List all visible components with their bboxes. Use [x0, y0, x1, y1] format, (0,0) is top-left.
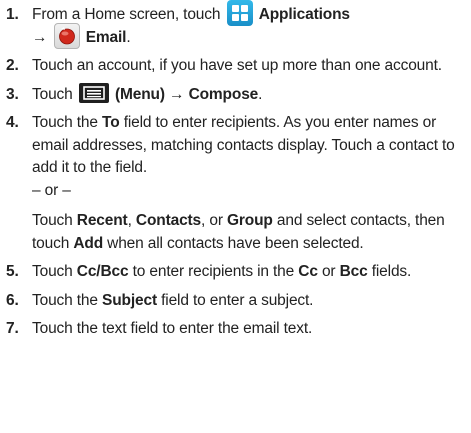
step-text-fragment: .	[126, 28, 131, 46]
subject-field-label: Subject	[102, 291, 157, 309]
menu-label: (Menu)	[114, 85, 165, 103]
applications-grid-icon	[226, 0, 253, 26]
step-2: 2. Touch an account, if you have set up …	[6, 55, 467, 78]
step-3: 3. Touch (Menu) → Compose.	[6, 82, 467, 107]
compose-label: Compose	[188, 85, 259, 103]
or-separator: – or –	[32, 181, 71, 199]
to-field-label: To	[102, 114, 120, 132]
step-number: 5.	[6, 263, 19, 281]
step-4-alt-paragraph: Touch Recent, Contacts, or Group and sel…	[32, 210, 467, 255]
add-label: Add	[73, 234, 104, 252]
step-text-fragment: , or	[201, 212, 227, 230]
step-number: 1.	[6, 6, 19, 23]
step-text: Touch an account, if you have set up mor…	[32, 57, 442, 75]
step-text: From a Home screen, touch Applications →	[32, 0, 467, 49]
arrow-icon: →	[169, 85, 185, 103]
step-number: 2.	[6, 57, 19, 75]
step-number: 3.	[6, 85, 19, 103]
step-4-main-paragraph: Touch the To field to enter recipients. …	[32, 112, 467, 180]
step-number: 4.	[6, 114, 19, 132]
instruction-page: 1. From a Home screen, touch Application…	[0, 0, 471, 433]
menu-icon	[78, 82, 109, 103]
step-6: 6. Touch the Subject field to enter a su…	[6, 290, 467, 313]
step-text-fragment: ,	[127, 212, 136, 230]
applications-label: Applications	[258, 6, 350, 24]
contacts-label: Contacts	[135, 212, 202, 230]
step-text-fragment: field to enter a subject.	[156, 291, 314, 309]
arrow-icon: →	[32, 28, 48, 46]
step-text: Touch the Subject field to enter a subje…	[32, 290, 467, 313]
step-number: 7.	[6, 320, 19, 338]
step-text-fragment: or	[317, 263, 340, 281]
bcc-label: Bcc	[339, 263, 368, 281]
step-text-fragment: From a Home screen, touch	[32, 6, 225, 24]
step-text-fragment: fields.	[367, 263, 412, 281]
step-text-fragment: Touch the	[32, 114, 103, 132]
cc-label: Cc	[298, 263, 318, 281]
email-label: Email	[85, 28, 127, 46]
step-text-fragment: Touch the	[32, 291, 103, 309]
step-1: 1. From a Home screen, touch Application…	[6, 0, 467, 49]
step-text-fragment: .	[258, 85, 263, 103]
step-text: Touch the text field to enter the email …	[32, 320, 313, 338]
cc-bcc-label: Cc/Bcc	[76, 263, 129, 281]
step-text-fragment: when all contacts have been selected.	[103, 234, 364, 252]
step-7: 7. Touch the text field to enter the ema…	[6, 318, 467, 341]
recent-label: Recent	[76, 212, 128, 230]
group-label: Group	[226, 212, 273, 230]
step-text-fragment: Touch	[32, 212, 77, 230]
step-5: 5. Touch Cc/Bcc to enter recipients in t…	[6, 261, 467, 284]
step-text-fragment: to enter recipients in the	[128, 263, 299, 281]
step-text-fragment: Touch	[32, 263, 77, 281]
step-text: Touch the To field to enter recipients. …	[32, 112, 467, 255]
step-4: 4. Touch the To field to enter recipient…	[6, 112, 467, 255]
step-text: Touch Cc/Bcc to enter recipients in the …	[32, 261, 467, 284]
email-icon	[53, 22, 80, 49]
step-text: Touch (Menu) → Compose.	[32, 82, 467, 107]
step-number: 6.	[6, 291, 19, 309]
step-text-fragment: Touch	[32, 85, 77, 103]
